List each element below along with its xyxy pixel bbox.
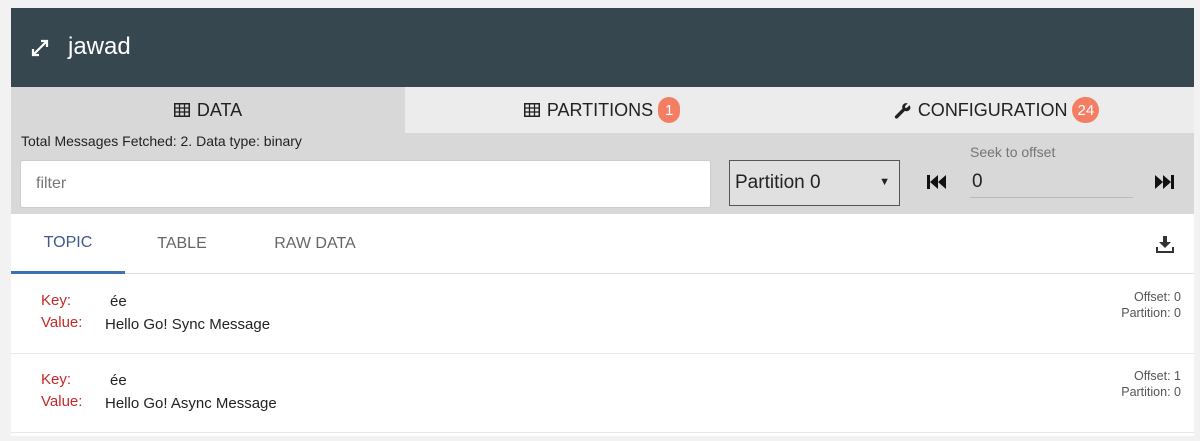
main-tabs: DATA PARTITIONS 1 CONFIGURATION 24 xyxy=(11,87,1194,133)
filter-input[interactable] xyxy=(20,160,711,208)
message-item[interactable]: Key: ée Value: Hello Go! Sync Message Of… xyxy=(11,275,1194,354)
partitions-count-badge: 1 xyxy=(658,97,681,123)
tab-topic[interactable]: TOPIC xyxy=(11,214,125,274)
tab-data[interactable]: DATA xyxy=(11,87,405,133)
message-partition: Partition: 0 xyxy=(1121,306,1181,320)
tab-partitions[interactable]: PARTITIONS 1 xyxy=(405,87,799,133)
message-meta: Offset: 0 Partition: 0 xyxy=(1121,289,1181,321)
message-value: Hello Go! Sync Message xyxy=(105,316,271,333)
table-icon xyxy=(523,103,540,117)
message-value-label: Value: xyxy=(41,393,83,410)
topic-panel: jawad DATA PARTITIONS 1 CONFIGURATION 24… xyxy=(11,8,1194,436)
message-value-label: Value: xyxy=(41,314,83,331)
seek-offset-input[interactable] xyxy=(970,166,1133,198)
message-item[interactable]: Key: ée Value: Hello Go! Async Message O… xyxy=(11,354,1194,433)
skip-to-first-icon[interactable] xyxy=(926,173,948,191)
expand-icon[interactable] xyxy=(30,38,50,58)
message-key: ée xyxy=(110,372,127,389)
message-key: ée xyxy=(110,293,127,310)
partition-select-value: Partition 0 xyxy=(735,172,821,193)
message-value: Hello Go! Async Message xyxy=(105,395,277,412)
message-offset: Offset: 0 xyxy=(1133,290,1181,304)
tab-data-label: DATA xyxy=(196,99,243,120)
message-partition: Partition: 0 xyxy=(1121,385,1181,399)
fetch-summary: Total Messages Fetched: 2. Data type: bi… xyxy=(21,133,302,149)
view-tabs: TOPIC TABLE RAW DATA xyxy=(11,214,1194,274)
topic-title: jawad xyxy=(68,33,131,60)
skip-to-last-icon[interactable] xyxy=(1153,173,1175,191)
tab-partitions-label: PARTITIONS xyxy=(546,99,654,120)
message-toolbar: Total Messages Fetched: 2. Data type: bi… xyxy=(11,133,1194,214)
seek-offset-label: Seek to offset xyxy=(970,144,1056,160)
message-meta: Offset: 1 Partition: 0 xyxy=(1121,368,1181,400)
wrench-icon xyxy=(894,102,911,119)
tab-configuration[interactable]: CONFIGURATION 24 xyxy=(799,87,1194,133)
message-key-label: Key: xyxy=(41,292,72,309)
caret-down-icon: ▼ xyxy=(879,176,890,188)
message-offset: Offset: 1 xyxy=(1133,369,1181,383)
download-icon[interactable] xyxy=(1156,235,1174,253)
message-key-label: Key: xyxy=(41,371,72,388)
partition-select[interactable]: Partition 0 ▼ xyxy=(729,160,900,206)
tab-table[interactable]: TABLE xyxy=(125,214,239,274)
tab-raw-data[interactable]: RAW DATA xyxy=(251,214,379,274)
configuration-count-badge: 24 xyxy=(1072,97,1100,123)
topic-header: jawad xyxy=(11,8,1194,87)
table-icon xyxy=(173,103,190,117)
tab-configuration-label: CONFIGURATION xyxy=(917,99,1068,120)
